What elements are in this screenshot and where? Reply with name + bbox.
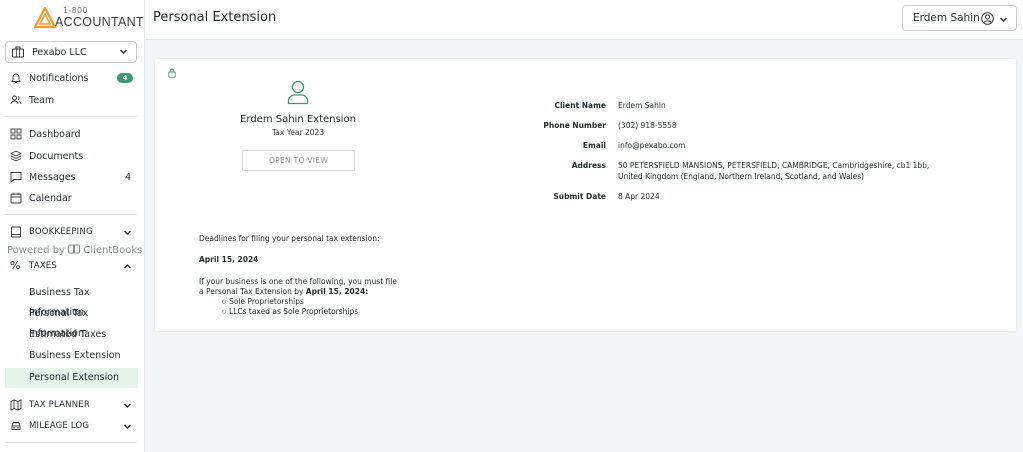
sub-item-personal-tax-information[interactable]: Personal Tax Information <box>5 304 138 339</box>
bell-icon <box>11 73 21 83</box>
page-title: Personal Extension <box>153 10 277 25</box>
submit-date-value: 8 Apr 2024 <box>618 192 660 201</box>
messages-count: 4 <box>124 171 131 183</box>
phone-number-label: Phone Number <box>543 121 606 130</box>
nav-dashboard[interactable]: Dashboard <box>0 124 144 144</box>
top-bar: Personal Extension Erdem Sahin <box>145 0 1023 40</box>
sidebar-divider <box>5 442 137 443</box>
client-name-label: Client Name <box>554 101 606 110</box>
chevron-down-icon <box>124 403 131 408</box>
user-avatar-icon <box>981 12 994 25</box>
nav-documents-label: Documents <box>29 150 84 162</box>
logo-big-text: ACCOUNTANT <box>55 15 144 29</box>
nav-team-label: Team <box>29 94 55 106</box>
deadlines-line2-date: April 15, 2024: <box>305 287 369 296</box>
nav-team[interactable]: Team <box>0 90 144 110</box>
sidebar-divider <box>5 116 137 117</box>
sub-item-personal-extension[interactable]: Personal Extension <box>5 368 138 388</box>
powered-by-text: Powered by <box>7 245 65 256</box>
address-label: Address <box>571 161 606 170</box>
message-icon <box>10 172 22 183</box>
nav-documents[interactable]: Documents <box>0 146 144 166</box>
deadlines-line2-prefix: a Personal Tax Extension by <box>199 287 306 296</box>
deadline-date: April 15, 2024 <box>199 255 259 264</box>
nav-mileage-log[interactable]: MILEAGE LOG <box>0 416 144 436</box>
layers-icon <box>10 150 22 162</box>
tax-year: Tax Year 2023 <box>271 128 325 137</box>
chevron-down-icon <box>124 424 131 429</box>
address-value-line2: United Kingdom (England, Northern Irelan… <box>618 172 865 181</box>
open-to-view-button[interactable]: OPEN TO VIEW <box>242 150 355 171</box>
sidebar: 1-800 ACCOUNTANT Pexabo LLC Notification… <box>0 0 145 452</box>
chevron-down-icon <box>124 230 131 235</box>
book-icon <box>11 226 21 238</box>
extension-title: Erdem Sahin Extension <box>240 114 356 125</box>
nav-mileage-log-label: MILEAGE LOG <box>29 421 90 431</box>
nav-taxes-label: TAXES <box>29 261 57 271</box>
email-value: info@pexabo.com <box>618 141 686 150</box>
dashboard-icon <box>10 128 22 140</box>
chevron-down-icon <box>1000 17 1007 22</box>
phone-number-value: (302) 918-5558 <box>618 121 677 130</box>
clientbooks-brand: ClientBooks <box>83 245 143 256</box>
clientbooks-logo-icon <box>68 244 81 254</box>
calendar-icon <box>10 192 22 204</box>
user-name: Erdem Sahin <box>913 12 980 24</box>
map-icon <box>10 399 22 411</box>
deadlines-line2: a Personal Tax Extension by April 15, 20… <box>199 287 368 297</box>
nav-tax-planner-label: TAX PLANNER <box>29 400 90 410</box>
sidebar-divider <box>5 214 137 215</box>
powered-by-clientbooks: Powered by ClientBooks <box>7 244 142 256</box>
nav-messages-label: Messages <box>29 171 76 183</box>
company-name: Pexabo LLC <box>32 46 87 58</box>
company-selector[interactable]: Pexabo LLC <box>5 41 137 63</box>
nav-bookkeeping[interactable]: BOOKKEEPING <box>0 222 144 242</box>
nav-bookkeeping-label: BOOKKEEPING <box>29 227 93 237</box>
sub-item-estimated-taxes[interactable]: Estimated Taxes <box>5 325 138 345</box>
logo-mark-icon <box>34 7 56 29</box>
car-icon <box>11 422 21 430</box>
nav-calendar[interactable]: Calendar <box>0 188 144 208</box>
submit-date-label: Submit Date <box>553 192 606 201</box>
nav-messages[interactable]: Messages 4 <box>0 167 144 187</box>
deadlines-line1: If your business is one of the following… <box>199 277 397 286</box>
briefcase-icon <box>12 46 24 58</box>
sub-item-business-extension[interactable]: Business Extension <box>5 346 138 366</box>
nav-notifications[interactable]: Notifications 4 <box>0 68 144 88</box>
percent-icon: % <box>10 259 21 272</box>
address-value: 50 PETERSFIELD MANSIONS, PETERSFIELD, CA… <box>618 161 930 170</box>
nav-calendar-label: Calendar <box>29 192 72 204</box>
team-icon <box>10 95 22 105</box>
deadlines-intro: Deadlines for filing your personal tax e… <box>199 234 380 243</box>
logo[interactable]: 1-800 ACCOUNTANT <box>34 6 144 32</box>
bullet-item: Sole Proprietorships <box>222 297 304 306</box>
logo-small-text: 1-800 <box>63 6 88 15</box>
chevron-up-icon <box>124 263 131 268</box>
nav-taxes[interactable]: % TAXES <box>0 256 144 276</box>
nav-dashboard-label: Dashboard <box>29 128 81 140</box>
email-label: Email <box>582 141 606 150</box>
chevron-down-icon <box>120 49 127 54</box>
person-icon <box>287 80 309 105</box>
nav-tax-planner[interactable]: TAX PLANNER <box>0 395 144 415</box>
extension-card: Erdem Sahin Extension Tax Year 2023 OPEN… <box>155 59 1016 331</box>
client-name-value: Erdem Sahin <box>618 101 666 110</box>
user-menu-button[interactable]: Erdem Sahin <box>902 5 1017 31</box>
notifications-badge: 4 <box>117 73 133 83</box>
sub-item-business-tax-information[interactable]: Business Tax Information <box>5 283 138 318</box>
nav-notifications-label: Notifications <box>29 72 89 84</box>
lock-icon <box>168 68 176 78</box>
bullet-item: LLCs taxed as Sole Proprietorships <box>222 307 358 316</box>
